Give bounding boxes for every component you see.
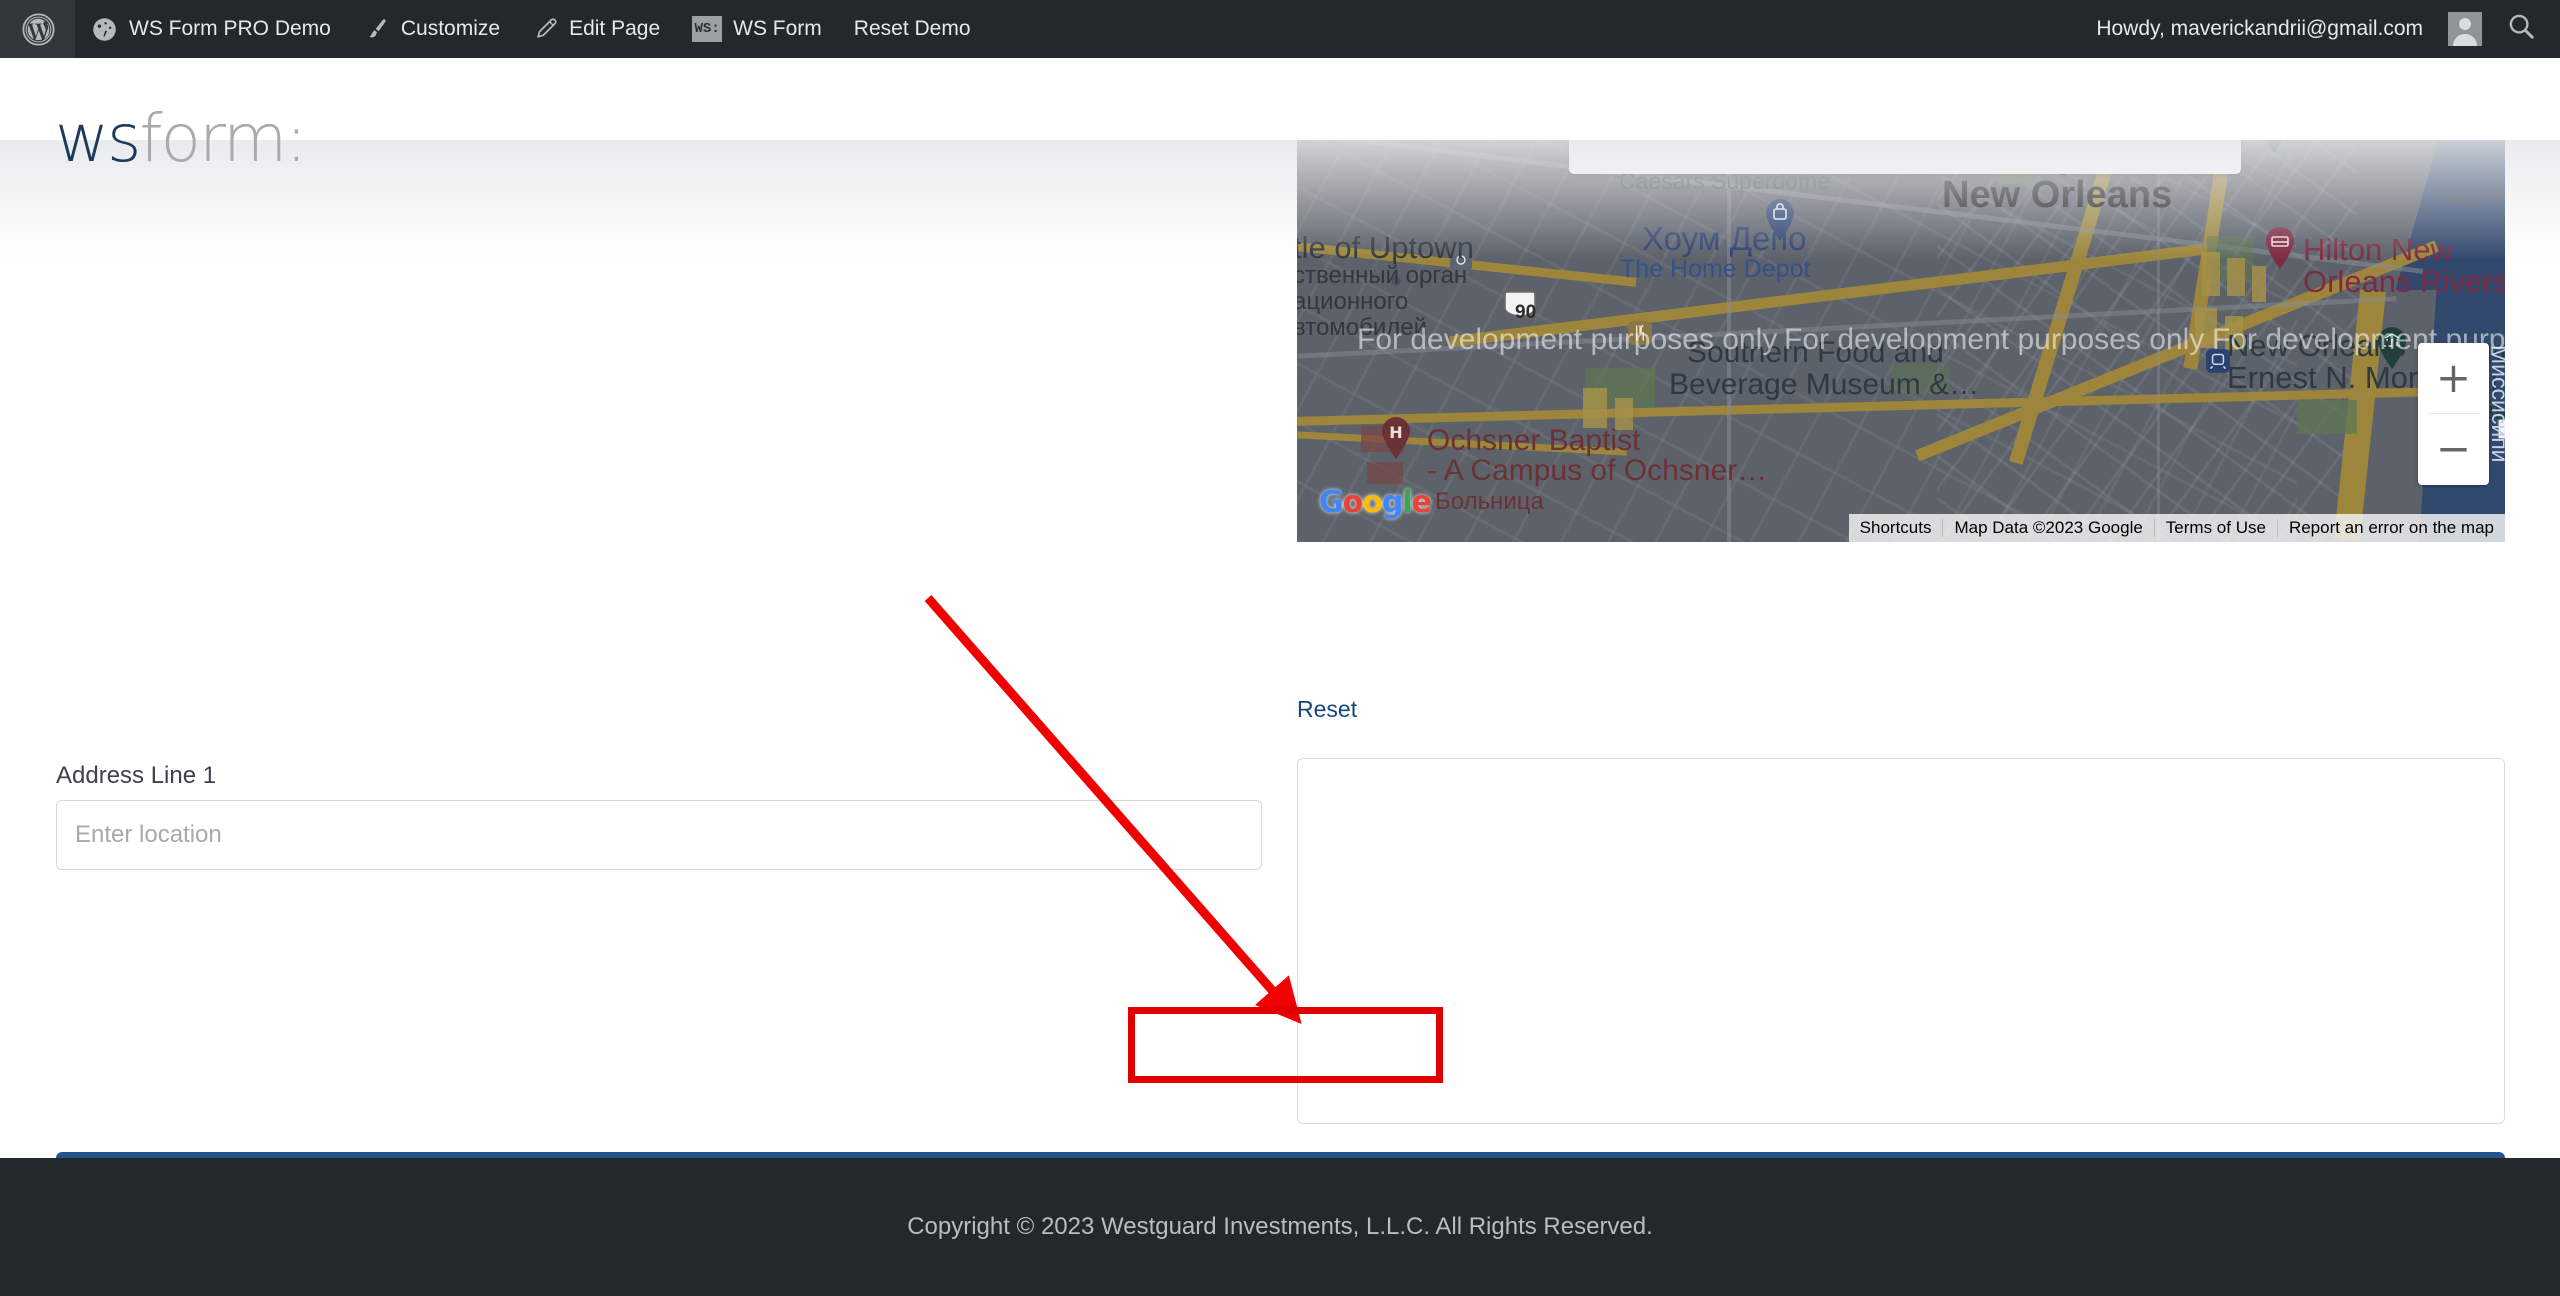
admin-bar-wp-logo[interactable] [0, 0, 75, 58]
map-attrib-report-error[interactable]: Report an error on the map [2278, 518, 2505, 538]
google-logo-letter: o [1342, 485, 1364, 520]
admin-bar-ws-form[interactable]: WS: WS Form [676, 0, 838, 58]
map-label: Больница [1435, 488, 1544, 515]
map-pin-ochsner-baptist[interactable]: H [1379, 416, 1413, 460]
site-logo-primary: ws [55, 100, 141, 177]
map-watermark: For development purposes only [1357, 323, 1778, 356]
address-line-1-input[interactable] [56, 800, 1262, 870]
pencil-icon [532, 16, 558, 42]
google-logo-letter: l [1402, 485, 1412, 520]
map-reset-link[interactable]: Reset [1297, 696, 1357, 723]
admin-bar-site-name-label: WS Form PRO Demo [129, 17, 331, 40]
map-label: - A Campus of Ochsner… [1427, 454, 1768, 487]
google-logo-letter: g [1381, 485, 1404, 520]
google-logo-letter: G [1319, 485, 1344, 520]
map-zoom-controls: + − [2418, 343, 2489, 485]
map-zoom-out-button[interactable]: − [2418, 414, 2489, 484]
speedometer-icon [91, 16, 118, 43]
google-logo-letter: o [1362, 485, 1383, 520]
admin-bar-reset-demo-label: Reset Demo [853, 17, 971, 40]
map-label: Beverage Museum &… [1669, 368, 1980, 401]
map-attrib-shortcuts[interactable]: Shortcuts [1849, 518, 1943, 538]
header-shadow [0, 140, 2560, 260]
footer-copyright: Copyright © 2023 Westguard Investments, … [907, 1213, 1653, 1240]
admin-bar-edit-page-label: Edit Page [569, 17, 661, 40]
site-logo-secondary: form: [139, 100, 307, 177]
admin-bar-site-name[interactable]: WS Form PRO Demo [75, 0, 347, 58]
site-logo[interactable]: wsform: [55, 106, 308, 172]
map-label: ственный орган [1297, 262, 1468, 289]
brush-icon [363, 16, 390, 43]
site-header: wsform: [0, 58, 2560, 172]
admin-bar-customize[interactable]: Customize [347, 0, 516, 58]
map-attribution-bar: Shortcuts Map Data ©2023 Google Terms of… [1848, 514, 2505, 542]
admin-bar-left-group: WS Form PRO Demo Customize Edit Page WS: [0, 0, 987, 58]
admin-bar-my-account[interactable]: Howdy, maverickandrii@gmail.com [2080, 0, 2488, 58]
map-label: 90 [1515, 302, 1537, 323]
avatar-placeholder-icon [2448, 12, 2482, 46]
page-content: H ственный орган ационного втомобилей Th… [0, 140, 2560, 1218]
wp-admin-bar: WS Form PRO Demo Customize Edit Page WS: [0, 0, 2560, 58]
admin-bar-right-group: Howdy, maverickandrii@gmail.com [2080, 0, 2560, 58]
admin-bar-search-button[interactable] [2488, 11, 2560, 47]
map-attrib-terms[interactable]: Terms of Use [2155, 518, 2277, 538]
admin-bar-edit-page[interactable]: Edit Page [516, 0, 676, 58]
notes-textarea[interactable] [1297, 758, 2505, 1124]
map-watermark: For development purposes only [1784, 323, 2205, 356]
map-label: ационного [1297, 288, 1409, 315]
svg-text:H: H [1389, 423, 1402, 442]
search-icon [2506, 11, 2536, 47]
google-logo: Google [1319, 485, 1432, 520]
map-label: Миссисипи [2487, 345, 2505, 463]
admin-bar-reset-demo[interactable]: Reset Demo [838, 0, 987, 58]
map-zoom-in-button[interactable]: + [2418, 343, 2489, 413]
site-footer: Copyright © 2023 Westguard Investments, … [0, 1158, 2560, 1296]
admin-bar-customize-label: Customize [400, 17, 501, 40]
map-attrib-mapdata: Map Data ©2023 Google [1954, 518, 2143, 537]
wsform-badge-icon: WS: [692, 16, 723, 42]
map-label: Orleans Riverside [2303, 264, 2505, 299]
howdy-label: Howdy, maverickandrii@gmail.com [2096, 17, 2423, 40]
wordpress-logo-icon [22, 12, 55, 46]
google-logo-letter: e [1411, 485, 1432, 520]
admin-bar-ws-form-label: WS Form [733, 17, 822, 40]
address-line-1-label: Address Line 1 [56, 762, 217, 789]
